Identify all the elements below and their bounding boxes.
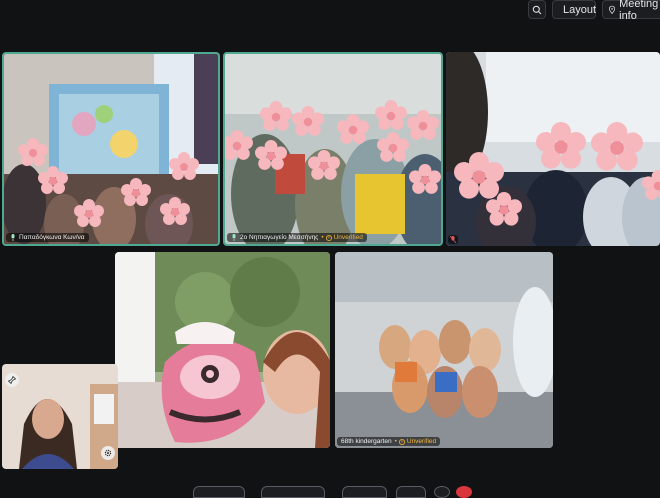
- layout-label: Layout: [563, 3, 597, 16]
- pin-icon: [8, 376, 16, 384]
- participant-nameplate: [448, 235, 458, 244]
- info-pin-icon: [609, 5, 616, 14]
- meeting-info-label: Meeting info: [619, 0, 659, 22]
- layout-button[interactable]: Layout: [552, 0, 596, 19]
- top-toolbar: Layout Meeting info: [0, 0, 660, 24]
- privacy-flower-icon: [407, 110, 439, 140]
- pin-button[interactable]: [5, 373, 19, 387]
- meeting-info-button[interactable]: Meeting info: [602, 0, 660, 22]
- warning-icon: [325, 234, 332, 241]
- video-feed: [335, 252, 553, 448]
- participant-name: 2o Νηπιαγωγείο Μεσσήνης: [240, 234, 319, 241]
- self-view-tile[interactable]: [2, 364, 118, 469]
- privacy-flower-icon: [121, 178, 151, 206]
- participant-tile[interactable]: 2o Νηπιαγωγείο Μεσσήνης • Unverified: [223, 52, 443, 246]
- mic-control-button[interactable]: [193, 486, 245, 498]
- leave-call-button[interactable]: [456, 486, 472, 498]
- unverified-badge: • Unverified: [394, 438, 437, 445]
- privacy-flower-icon: [169, 152, 199, 180]
- privacy-flower-icon: [377, 132, 409, 162]
- participant-tile[interactable]: [446, 52, 660, 246]
- privacy-flower-icon: [160, 197, 190, 225]
- privacy-flower-icon: [337, 114, 369, 144]
- privacy-flower-icon: [375, 100, 407, 130]
- participant-name: 68th kindergarten: [341, 438, 392, 445]
- unverified-badge: • Unverified: [321, 234, 363, 241]
- privacy-flower-icon: [591, 122, 643, 171]
- privacy-flower-icon: [260, 101, 292, 131]
- privacy-flower-icon: [255, 140, 287, 170]
- more-control-button[interactable]: [396, 486, 426, 498]
- zoom-icon: [532, 5, 542, 14]
- participant-name: Παπαδόγκωνα Κων/να: [19, 234, 85, 241]
- privacy-flower-icon: [292, 106, 324, 136]
- privacy-flower-icon: [409, 164, 441, 194]
- privacy-flower-icon: [225, 130, 253, 160]
- participant-tile[interactable]: 68th kindergarten • Unverified: [335, 252, 553, 448]
- mic-muted-icon: [450, 236, 456, 243]
- privacy-flower-icon: [486, 192, 522, 226]
- privacy-flower-icon: [74, 199, 104, 227]
- privacy-flower-icon: [642, 170, 660, 200]
- participant-tile[interactable]: Παπαδόγκωνα Κων/να: [2, 52, 220, 246]
- participant-tile[interactable]: [115, 252, 330, 448]
- participant-nameplate: 2o Νηπιαγωγείο Μεσσήνης • Unverified: [227, 233, 367, 242]
- participant-nameplate: 68th kindergarten • Unverified: [337, 437, 441, 446]
- share-control-button[interactable]: [342, 486, 387, 498]
- participant-nameplate: Παπαδόγκωνα Κων/να: [6, 233, 89, 242]
- zoom-button[interactable]: [528, 0, 546, 19]
- privacy-flower-icon: [536, 122, 586, 169]
- camera-control-button[interactable]: [261, 486, 325, 498]
- video-feed: [115, 252, 330, 448]
- privacy-flower-icon: [18, 138, 48, 166]
- settings-button[interactable]: [101, 446, 115, 460]
- mic-on-icon: [232, 234, 236, 241]
- mic-on-icon: [11, 234, 15, 241]
- bottom-controls: [0, 484, 660, 498]
- warning-icon: [398, 438, 405, 445]
- reactions-control-button[interactable]: [434, 486, 450, 498]
- privacy-flower-icon: [308, 150, 340, 180]
- gear-icon: [104, 449, 112, 457]
- privacy-flower-icon: [38, 166, 68, 194]
